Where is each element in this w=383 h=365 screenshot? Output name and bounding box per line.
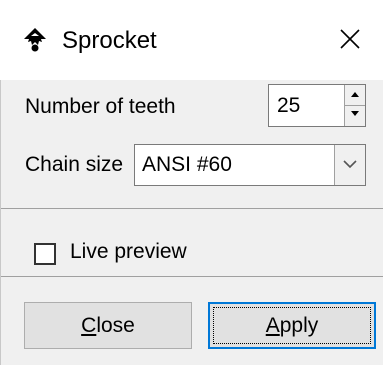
sprocket-dialog: Sprocket Number of teeth 25 Chain size A… <box>0 0 383 365</box>
arrow-up-icon <box>351 92 359 97</box>
close-icon[interactable] <box>338 27 362 51</box>
separator <box>1 208 383 209</box>
apply-button[interactable]: Apply <box>208 302 376 349</box>
dropdown-button[interactable] <box>334 145 365 185</box>
focus-rect <box>213 307 371 344</box>
window-title: Sprocket <box>62 27 157 54</box>
arrow-down-icon <box>351 111 359 116</box>
close-mnemonic: C <box>81 314 97 337</box>
chevron-down-icon <box>343 160 357 169</box>
chain-size-label: Chain size <box>25 153 124 176</box>
inkscape-logo-icon <box>22 27 48 53</box>
dialog-body: Number of teeth 25 Chain size ANSI #60 L… <box>1 80 383 365</box>
increment-button[interactable] <box>345 85 365 106</box>
chain-size-value: ANSI #60 <box>142 153 232 176</box>
close-label-rest: lose <box>96 314 135 337</box>
separator <box>1 276 383 277</box>
live-preview-label[interactable]: Live preview <box>70 239 187 265</box>
teeth-value[interactable]: 25 <box>277 93 300 119</box>
teeth-spinbox[interactable]: 25 <box>268 84 366 127</box>
teeth-label: Number of teeth <box>25 95 176 118</box>
decrement-button[interactable] <box>345 105 365 125</box>
close-button[interactable]: Close <box>24 302 192 349</box>
spin-buttons <box>344 85 365 126</box>
live-preview-checkbox[interactable] <box>34 243 56 265</box>
title-bar: Sprocket <box>0 0 383 80</box>
chain-size-select[interactable]: ANSI #60 <box>134 144 366 186</box>
